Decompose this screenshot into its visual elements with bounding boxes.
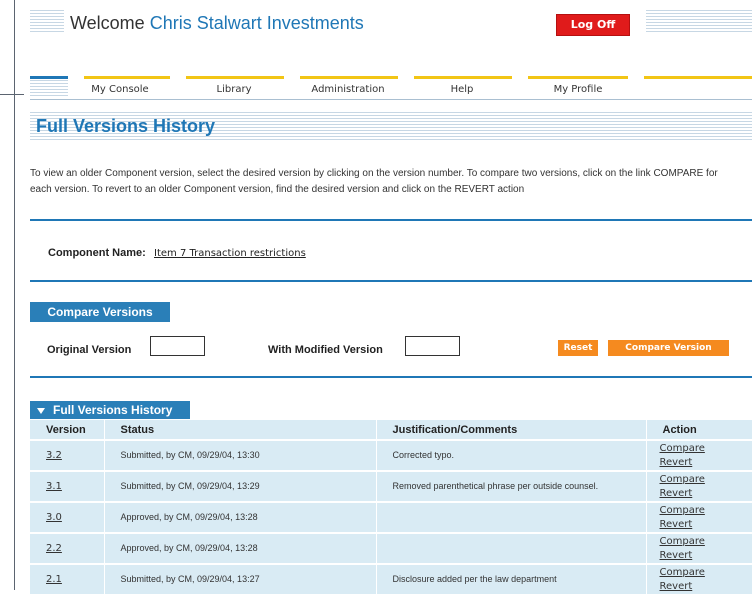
reset-button[interactable]: Reset <box>558 340 598 356</box>
comment-cell <box>376 501 647 533</box>
status-cell: Submitted, by CM, 09/29/04, 13:30 <box>104 439 377 471</box>
compare-link[interactable]: Compare <box>660 535 752 549</box>
header-stripes-left <box>30 10 64 34</box>
modified-version-label: With Modified Version <box>268 344 383 356</box>
status-cell: Approved, by CM, 09/29/04, 13:28 <box>104 532 377 564</box>
frame-line <box>14 0 15 590</box>
revert-link[interactable]: Revert <box>660 518 752 532</box>
versions-history-title: Full Versions History <box>53 403 173 417</box>
version-link[interactable]: 3.0 <box>30 501 105 533</box>
compare-link[interactable]: Compare <box>660 566 752 580</box>
action-cell: Compare Revert <box>646 532 752 564</box>
compare-link[interactable]: Compare <box>660 473 752 487</box>
versions-history-tab[interactable]: Full Versions History <box>30 401 190 419</box>
header-stripes-right <box>646 10 752 34</box>
instructions-text: To view an older Component version, sele… <box>30 168 718 195</box>
nav-underline <box>30 99 752 100</box>
compare-link[interactable]: Compare <box>660 442 752 456</box>
revert-link[interactable]: Revert <box>660 487 752 501</box>
divider <box>30 280 752 282</box>
status-cell: Approved, by CM, 09/29/04, 13:28 <box>104 501 377 533</box>
action-cell: Compare Revert <box>646 470 752 502</box>
table-header-row: Version Status Justification/Comments Ac… <box>30 420 752 440</box>
version-link[interactable]: 3.2 <box>30 439 105 471</box>
revert-link[interactable]: Revert <box>660 549 752 563</box>
frame-connector <box>0 94 24 95</box>
column-header: Version <box>30 420 105 440</box>
comment-cell <box>376 532 647 564</box>
table-row: 3.2 Submitted, by CM, 09/29/04, 13:30 Co… <box>30 439 752 471</box>
action-cell: Compare Revert <box>646 501 752 533</box>
status-cell: Submitted, by CM, 09/29/04, 13:29 <box>104 470 377 502</box>
log-off-button[interactable]: Log Off <box>556 14 630 36</box>
original-version-input[interactable] <box>150 336 205 356</box>
revert-link[interactable]: Revert <box>660 580 752 594</box>
column-header: Status <box>104 420 377 440</box>
nav-item-library[interactable]: Library <box>217 84 252 95</box>
page-title: Full Versions History <box>36 116 216 136</box>
nav-item-help[interactable]: Help <box>451 84 474 95</box>
nav-item-my-console[interactable]: My Console <box>91 84 148 95</box>
company-name: Chris Stalwart Investments <box>149 13 364 33</box>
column-header: Action <box>646 420 752 440</box>
action-cell: Compare Revert <box>646 439 752 471</box>
divider <box>30 376 752 378</box>
revert-link[interactable]: Revert <box>660 456 752 470</box>
version-link[interactable]: 3.1 <box>30 470 105 502</box>
divider <box>30 219 752 221</box>
component-name-link[interactable]: Item 7 Transaction restrictions <box>154 248 306 259</box>
nav-item-my-profile[interactable]: My Profile <box>554 84 603 95</box>
modified-version-input[interactable] <box>405 336 460 356</box>
nav-stripes <box>30 80 68 98</box>
table-row: 3.1 Submitted, by CM, 09/29/04, 13:29 Re… <box>30 470 752 502</box>
column-header: Justification/Comments <box>376 420 647 440</box>
nav-accent-blue <box>30 76 68 79</box>
welcome-banner: Welcome Chris Stalwart Investments <box>70 13 364 34</box>
original-version-label: Original Version <box>47 344 132 356</box>
compare-link[interactable]: Compare <box>660 504 752 518</box>
comment-cell: Removed parenthetical phrase per outside… <box>376 470 647 502</box>
compare-version-button[interactable]: Compare Version <box>608 340 729 356</box>
table-row: 2.2 Approved, by CM, 09/29/04, 13:28 Com… <box>30 532 752 564</box>
version-link[interactable]: 2.2 <box>30 532 105 564</box>
table-row: 3.0 Approved, by CM, 09/29/04, 13:28 Com… <box>30 501 752 533</box>
nav-item-administration[interactable]: Administration <box>311 84 384 95</box>
comment-cell: Corrected typo. <box>376 439 647 471</box>
versions-table: Version Status Justification/Comments Ac… <box>30 420 752 594</box>
component-name-label: Component Name: <box>48 247 146 259</box>
compare-versions-tab: Compare Versions <box>30 302 170 322</box>
welcome-prefix: Welcome <box>70 13 145 33</box>
collapse-triangle-icon[interactable] <box>37 407 45 414</box>
